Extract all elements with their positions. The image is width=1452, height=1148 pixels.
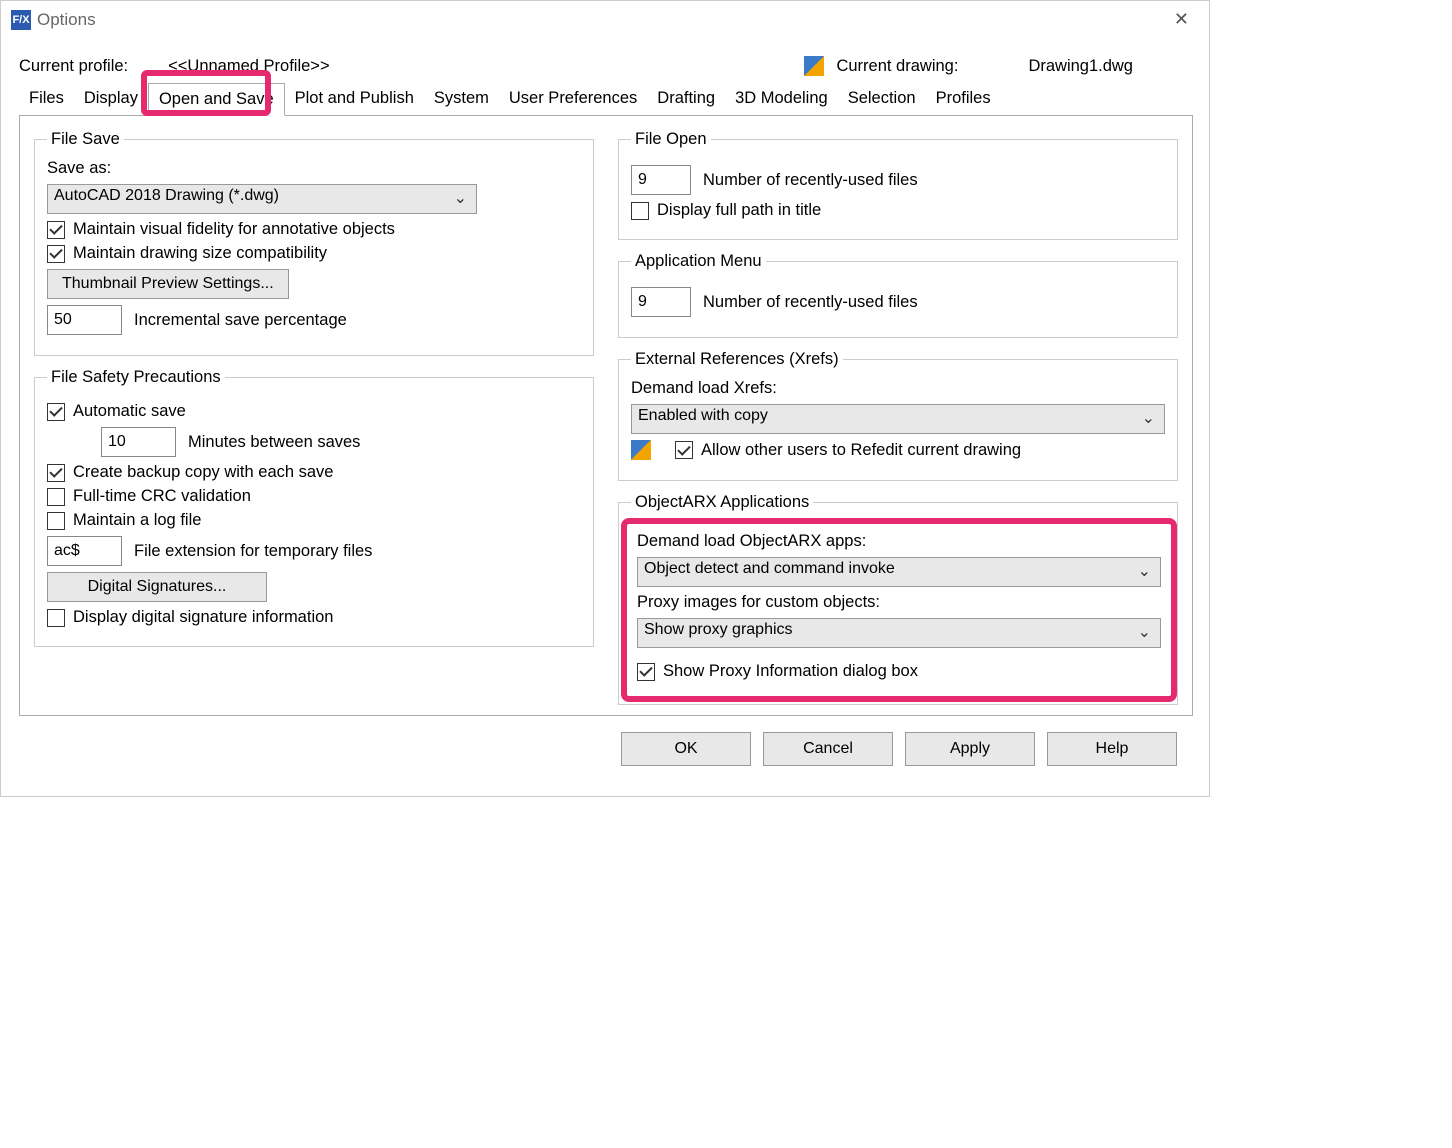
apply-button[interactable]: Apply	[905, 732, 1035, 766]
legend-objectarx: ObjectARX Applications	[631, 493, 813, 512]
app-menu-recent-input[interactable]	[631, 287, 691, 317]
drawing-value: Drawing1.dwg	[1028, 57, 1133, 76]
maintain-size-checkbox[interactable]: Maintain drawing size compatibility	[47, 244, 581, 263]
highlight-arx-annotation: Demand load ObjectARX apps: Object detec…	[621, 518, 1177, 702]
checkbox-icon	[631, 202, 649, 220]
legend-file-save: File Save	[47, 130, 124, 149]
titlebar: F/X Options ✕	[1, 1, 1209, 38]
tab-system[interactable]: System	[424, 83, 499, 116]
show-proxy-dialog-checkbox[interactable]: Show Proxy Information dialog box	[637, 662, 1161, 681]
tab-display[interactable]: Display	[74, 83, 148, 116]
save-as-dropdown[interactable]: AutoCAD 2018 Drawing (*.dwg)	[47, 184, 477, 214]
app-menu-recent-label: Number of recently-used files	[703, 293, 918, 312]
incremental-save-label: Incremental save percentage	[134, 311, 347, 330]
checkbox-icon	[47, 403, 65, 421]
file-open-recent-input[interactable]	[631, 165, 691, 195]
demand-load-xrefs-label: Demand load Xrefs:	[631, 379, 1165, 398]
legend-xrefs: External References (Xrefs)	[631, 350, 843, 369]
demand-load-arx-label: Demand load ObjectARX apps:	[637, 532, 1161, 551]
profile-label: Current profile:	[19, 57, 128, 76]
display-signature-info-checkbox[interactable]: Display digital signature information	[47, 608, 581, 627]
tab-plot-publish[interactable]: Plot and Publish	[285, 83, 424, 116]
tab-open-and-save[interactable]: Open and Save	[148, 83, 285, 116]
help-button[interactable]: Help	[1047, 732, 1177, 766]
create-backup-checkbox[interactable]: Create backup copy with each save	[47, 463, 581, 482]
tab-files[interactable]: Files	[19, 83, 74, 116]
tab-selection[interactable]: Selection	[838, 83, 926, 116]
thumbnail-settings-button[interactable]: Thumbnail Preview Settings...	[47, 269, 289, 299]
display-full-path-checkbox[interactable]: Display full path in title	[631, 201, 1165, 220]
profile-value: <<Unnamed Profile>>	[168, 57, 329, 76]
checkbox-icon	[47, 488, 65, 506]
checkbox-icon	[47, 245, 65, 263]
file-open-recent-label: Number of recently-used files	[703, 171, 918, 190]
maintain-visual-checkbox[interactable]: Maintain visual fidelity for annotative …	[47, 220, 581, 239]
cancel-button[interactable]: Cancel	[763, 732, 893, 766]
allow-refedit-checkbox[interactable]: Allow other users to Refedit current dra…	[675, 441, 1021, 460]
legend-file-safety: File Safety Precautions	[47, 368, 225, 387]
close-icon[interactable]: ✕	[1164, 5, 1199, 34]
tab-profiles[interactable]: Profiles	[926, 83, 1001, 116]
drawing-icon	[631, 440, 651, 460]
checkbox-icon	[47, 464, 65, 482]
options-dialog: F/X Options ✕ Current profile: <<Unnamed…	[0, 0, 1210, 797]
profile-row: Current profile: <<Unnamed Profile>> Cur…	[19, 56, 1193, 76]
ok-button[interactable]: OK	[621, 732, 751, 766]
group-objectarx: ObjectARX Applications Demand load Objec…	[618, 493, 1178, 705]
window-title: Options	[37, 10, 1164, 30]
automatic-save-checkbox[interactable]: Automatic save	[47, 402, 581, 421]
checkbox-icon	[675, 441, 693, 459]
save-as-label: Save as:	[47, 159, 581, 178]
proxy-images-label: Proxy images for custom objects:	[637, 593, 1161, 612]
group-file-save: File Save Save as: AutoCAD 2018 Drawing …	[34, 130, 594, 356]
incremental-save-input[interactable]	[47, 305, 122, 335]
demand-load-xrefs-dropdown[interactable]: Enabled with copy	[631, 404, 1165, 434]
group-xrefs: External References (Xrefs) Demand load …	[618, 350, 1178, 481]
log-file-checkbox[interactable]: Maintain a log file	[47, 511, 581, 530]
checkbox-icon	[47, 512, 65, 530]
group-application-menu: Application Menu Number of recently-used…	[618, 252, 1178, 338]
demand-load-arx-dropdown[interactable]: Object detect and command invoke	[637, 557, 1161, 587]
minutes-between-saves-input[interactable]	[101, 427, 176, 457]
drawing-icon	[804, 56, 824, 76]
tab-user-prefs[interactable]: User Preferences	[499, 83, 647, 116]
digital-signatures-button[interactable]: Digital Signatures...	[47, 572, 267, 602]
tab-3d-modeling[interactable]: 3D Modeling	[725, 83, 838, 116]
app-logo-icon: F/X	[11, 10, 31, 30]
minutes-between-saves-label: Minutes between saves	[188, 433, 360, 452]
tab-drafting[interactable]: Drafting	[647, 83, 725, 116]
checkbox-icon	[637, 663, 655, 681]
tab-page: File Save Save as: AutoCAD 2018 Drawing …	[19, 116, 1193, 716]
dialog-footer: OK Cancel Apply Help	[19, 716, 1193, 782]
temp-file-extension-label: File extension for temporary files	[134, 542, 372, 561]
drawing-label: Current drawing:	[836, 57, 958, 76]
temp-file-extension-input[interactable]	[47, 536, 122, 566]
checkbox-icon	[47, 221, 65, 239]
tab-bar: Files Display Open and Save Plot and Pub…	[19, 82, 1193, 116]
checkbox-icon	[47, 609, 65, 627]
proxy-images-dropdown[interactable]: Show proxy graphics	[637, 618, 1161, 648]
legend-application-menu: Application Menu	[631, 252, 766, 271]
legend-file-open: File Open	[631, 130, 711, 149]
group-file-open: File Open Number of recently-used files …	[618, 130, 1178, 240]
group-file-safety: File Safety Precautions Automatic save M…	[34, 368, 594, 647]
crc-validation-checkbox[interactable]: Full-time CRC validation	[47, 487, 581, 506]
